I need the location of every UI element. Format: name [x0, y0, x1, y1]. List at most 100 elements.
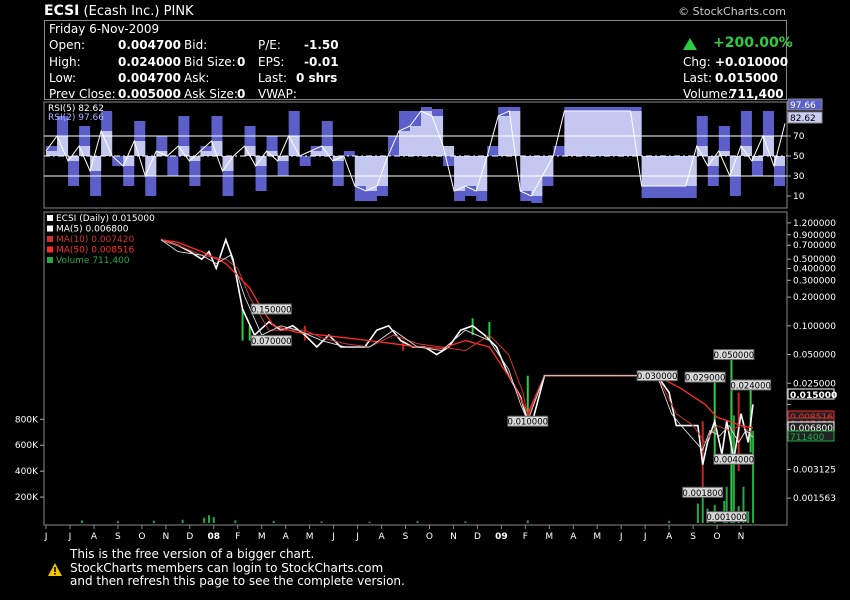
x-tick-label-23: M: [593, 532, 601, 542]
x-tick-label-26: A: [666, 532, 673, 542]
stock-chart: 1030507090RSI(5) 82.62RSI(2) 97.6697.668…: [15, 98, 837, 542]
rsi-tick-label-70: 70: [793, 132, 805, 142]
price-tick-label-0: 1.200000: [793, 219, 836, 229]
price-annotation-2: 0.010000: [507, 415, 549, 428]
volume-bar-7: [234, 520, 237, 523]
annotation-label: 0.004000: [714, 456, 755, 466]
x-tick-label-17: N: [450, 532, 457, 542]
x-tick-label-22: A: [570, 532, 577, 542]
price-tick-label-2: 0.700000: [793, 241, 836, 251]
price-tick-label-12: 0.003125: [793, 465, 836, 475]
x-tick-label-16: O: [426, 532, 433, 542]
rsi-tick-label-10: 10: [793, 192, 805, 202]
price-legend-4: Volume 711,400: [56, 256, 130, 266]
volume-bar-6: [212, 517, 215, 523]
volume-tick-label-1: 600K: [15, 441, 39, 451]
price-tick-label-4: 0.400000: [793, 264, 836, 274]
x-tick-label-29: N: [738, 532, 745, 542]
price-legend-2: MA(10) 0.007420: [56, 235, 134, 245]
x-tick-label-4: O: [138, 532, 145, 542]
volume-bar-12: [464, 521, 467, 523]
x-tick-label-2: A: [91, 532, 98, 542]
volume-bar-14: [668, 521, 671, 523]
price-tick-label-1: 0.900000: [793, 231, 836, 241]
rsi-legend-1: RSI(2) 97.66: [48, 113, 104, 123]
x-tick-label-14: A: [378, 532, 385, 542]
footer-line-1: This is the free version of a bigger cha…: [70, 547, 315, 561]
annotation-label: 0.029000: [685, 374, 726, 384]
x-tick-label-21: M: [545, 532, 553, 542]
price-annotation-8: 0.001800: [682, 486, 724, 499]
price-tick-label-6: 0.200000: [793, 293, 836, 303]
volume-bar-0: [80, 520, 83, 523]
annotation-label: 0.001800: [682, 489, 723, 499]
annotation-label: 0.001000: [706, 513, 747, 523]
price-annotation-3: 0.030000: [636, 370, 678, 382]
volume-bar-11: [416, 521, 419, 523]
annotation-label: 0.050000: [714, 351, 755, 361]
price-legend-swatch-3: [47, 246, 53, 253]
x-tick-label-12: J: [331, 532, 335, 542]
price-legend-swatch-1: [47, 225, 53, 232]
price-legend-0: ECSI (Daily) 0.015000: [56, 214, 155, 224]
volume-tick-label-2: 400K: [15, 467, 39, 477]
rsi-tick-label-50: 50: [793, 152, 805, 162]
x-tick-label-7: 08: [208, 532, 221, 542]
volume-bar-22: [732, 415, 735, 523]
price-legend-swatch-0: [47, 215, 53, 221]
volume-bar-26: [752, 430, 755, 523]
x-tick-label-10: A: [283, 532, 290, 542]
series-line-ecsi-daily-: [160, 237, 754, 465]
price-tick-label-13: 0.001563: [793, 494, 836, 504]
series-line-ma-10-: [160, 239, 754, 444]
volume-bar-10: [368, 521, 371, 523]
x-tick-label-15: S: [403, 532, 409, 542]
volume-bar-3: [181, 519, 184, 523]
x-tick-label-18: D: [474, 532, 481, 542]
price-tick-label-9: 0.025000: [793, 379, 836, 389]
price-tick-label-5: 0.300000: [793, 276, 836, 286]
x-tick-label-9: M: [258, 532, 266, 542]
volume-bar-13: [526, 520, 529, 523]
annotation-label: 0.150000: [251, 306, 292, 316]
x-tick-label-19: 09: [495, 532, 508, 542]
price-annotation-0: 0.150000: [250, 303, 292, 316]
x-tick-label-13: J: [355, 532, 359, 542]
price-annotation-7: 0.004000: [713, 453, 755, 466]
x-tick-label-6: D: [186, 532, 193, 542]
rsi-value-tag-label-1: 82.62: [790, 114, 816, 124]
annotation-label: 0.024000: [730, 381, 771, 391]
price-legend-1: MA(5) 0.006800: [56, 225, 129, 235]
volume-tick-label-0: 800K: [15, 415, 39, 425]
warning-triangle-icon: [48, 563, 62, 576]
volume-bar-15: [696, 503, 699, 523]
volume-bar-1: [116, 521, 119, 523]
x-tick-label-20: F: [523, 532, 528, 542]
x-tick-label-1: J: [68, 532, 72, 542]
x-tick-label-8: F: [235, 532, 240, 542]
price-annotation-1: 0.070000: [250, 335, 292, 347]
volume-bar-8: [272, 521, 275, 523]
volume-bar-4: [203, 517, 206, 523]
volume-bar-9: [320, 521, 323, 523]
volume-bar-25: [747, 511, 750, 523]
footer-notice: This is the free version of a bigger cha…: [70, 547, 405, 589]
price-tick-label-8: 0.050000: [793, 351, 836, 361]
annotation-label: 0.070000: [251, 337, 292, 347]
x-tick-label-3: S: [115, 532, 121, 542]
x-tick-label-24: J: [619, 532, 623, 542]
x-tick-label-27: S: [690, 532, 696, 542]
price-annotation-4: 0.029000: [684, 371, 726, 384]
volume-bar-2: [152, 520, 155, 523]
price-annotation-5: 0.050000: [713, 349, 755, 361]
price-legend-swatch-2: [47, 236, 53, 242]
price-value-tag-label-0: 0.015000: [790, 391, 837, 401]
footer-line-2: StockCharts members can login to StockCh…: [70, 560, 384, 575]
x-tick-label-28: O: [714, 532, 721, 542]
annotation-label: 0.030000: [637, 372, 678, 382]
volume-bar-5: [207, 515, 210, 523]
footer-line-3: and then refresh this page to see the co…: [70, 574, 405, 588]
price-annotation-6: 0.024000: [730, 379, 772, 391]
rsi-value-tag-label-0: 97.66: [790, 101, 816, 111]
price-annotation-9: 0.001000: [706, 511, 748, 523]
